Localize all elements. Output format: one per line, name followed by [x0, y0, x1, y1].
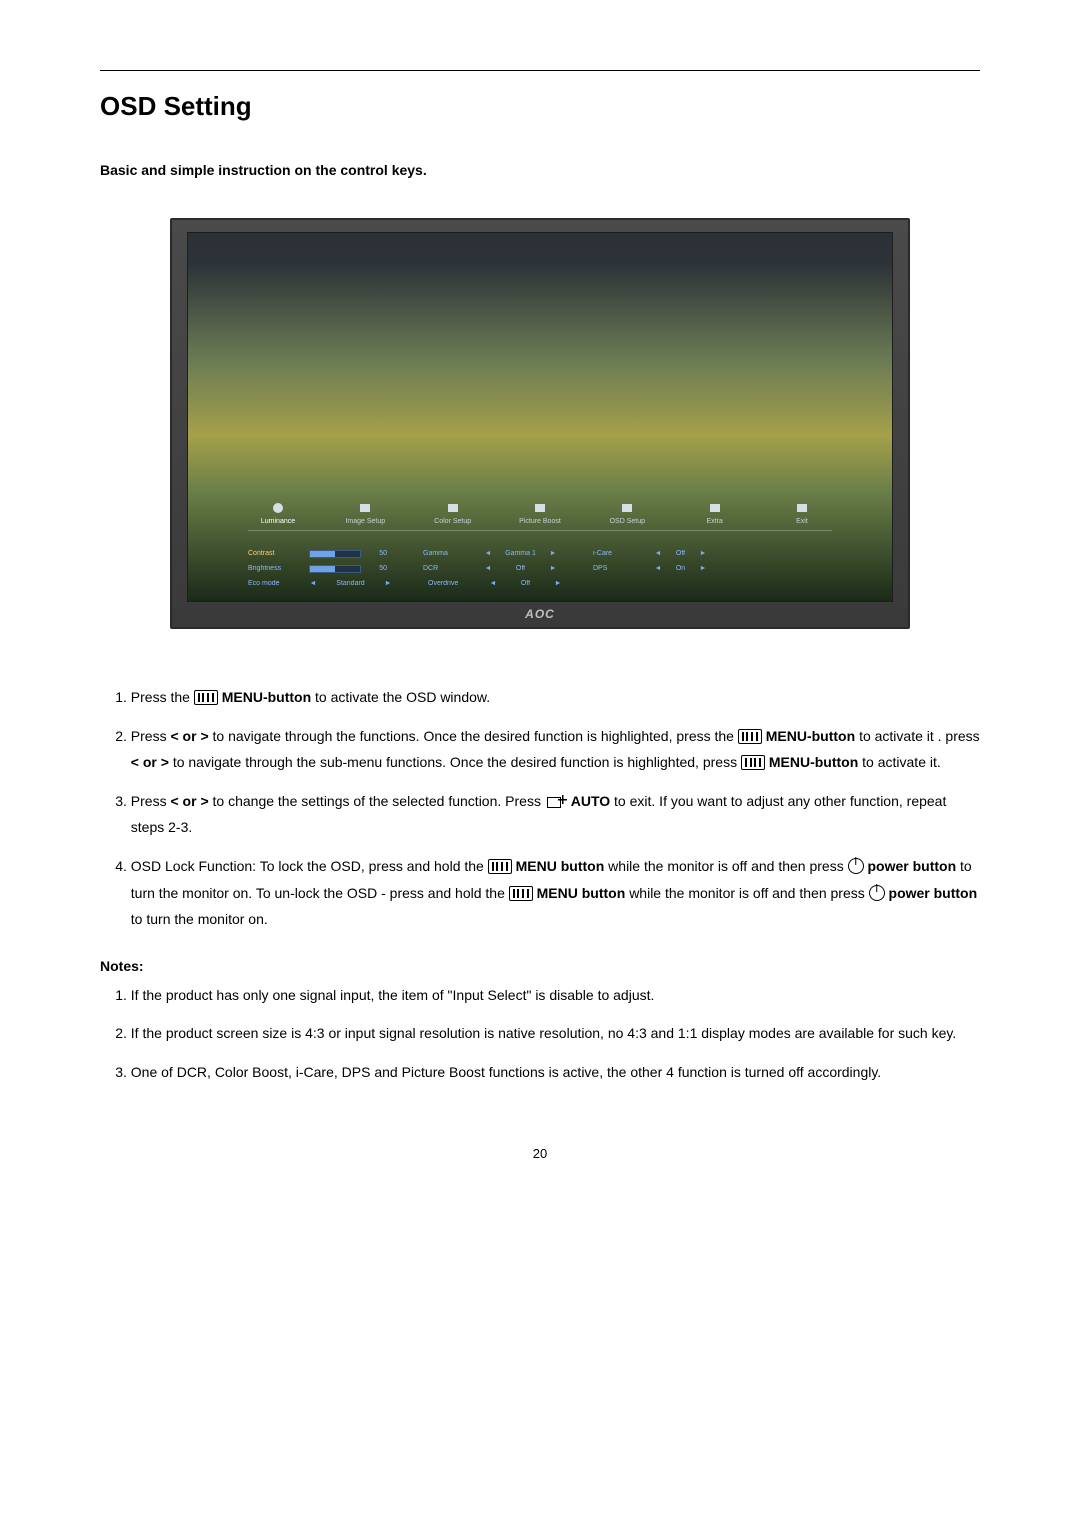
text: OSD Lock Function: To lock the OSD, pres… — [131, 858, 488, 874]
tab-label: Luminance — [248, 518, 308, 526]
text: to change the settings of the selected f… — [213, 793, 545, 809]
nav-keys: < or > — [170, 728, 208, 744]
instruction-steps: Press the MENU-button to activate the OS… — [100, 684, 980, 933]
auto-button-label: AUTO — [571, 793, 610, 809]
power-button-label: power button — [868, 858, 957, 874]
osd-tab: Image Setup — [335, 500, 395, 526]
monitor-brand: AOC — [172, 602, 908, 627]
text: to activate it. — [862, 754, 941, 770]
text: to navigate through the sub-menu functio… — [173, 754, 741, 770]
osd-row: Contrast50Gamma◄Gamma 1►i-Care◄Off► — [248, 546, 832, 561]
top-rule — [100, 70, 980, 71]
menu-button-label: MENU-button — [769, 754, 858, 770]
tab-icon — [510, 500, 570, 516]
tab-icon — [772, 500, 832, 516]
page-title: OSD Setting — [100, 91, 980, 122]
text: while the monitor is off and then press — [608, 858, 847, 874]
subheading: Basic and simple instruction on the cont… — [100, 162, 980, 178]
auto-icon — [545, 795, 567, 809]
text: to navigate through the functions. Once … — [213, 728, 738, 744]
osd-tab: Extra — [685, 500, 745, 526]
menu-button-label: MENU-button — [766, 728, 855, 744]
text: while the monitor is off and then press — [629, 885, 868, 901]
step-3: Press < or > to change the settings of t… — [131, 788, 980, 841]
tab-icon — [335, 500, 395, 516]
text: Press the — [131, 689, 194, 705]
step-4: OSD Lock Function: To lock the OSD, pres… — [131, 853, 980, 933]
text: to activate the OSD window. — [315, 689, 490, 705]
note-item: One of DCR, Color Boost, i-Care, DPS and… — [131, 1059, 980, 1086]
menu-icon — [488, 859, 512, 874]
power-icon — [848, 858, 864, 874]
menu-icon — [194, 690, 218, 705]
tab-label: Image Setup — [335, 518, 395, 526]
page-content: OSD Setting Basic and simple instruction… — [0, 0, 1080, 1201]
page-number: 20 — [100, 1146, 980, 1161]
tab-label: Color Setup — [423, 518, 483, 526]
menu-button-label: MENU button — [516, 858, 605, 874]
text: Press — [131, 793, 171, 809]
tab-label: Picture Boost — [510, 518, 570, 526]
notes-list: If the product has only one signal input… — [100, 982, 980, 1086]
note-item: If the product screen size is 4:3 or inp… — [131, 1020, 980, 1047]
osd-row: Brightness50DCR◄Off►DPS◄On► — [248, 561, 832, 576]
menu-icon — [509, 886, 533, 901]
text: Press — [131, 728, 171, 744]
tab-icon — [685, 500, 745, 516]
menu-icon — [738, 729, 762, 744]
osd-screen: Luminance Image Setup Color Setup Picture B… — [187, 232, 893, 602]
osd-tab: Picture Boost — [510, 500, 570, 526]
osd-monitor-figure: Luminance Image Setup Color Setup Picture B… — [170, 218, 910, 629]
tab-label: Exit — [772, 518, 832, 526]
osd-row: Eco mode◄Standard►Overdrive◄Off► — [248, 576, 832, 591]
text: to activate it . press — [859, 728, 980, 744]
power-icon — [869, 885, 885, 901]
osd-tab: Exit — [772, 500, 832, 526]
osd-tab: Color Setup — [423, 500, 483, 526]
nav-keys: < or > — [170, 793, 208, 809]
tab-icon — [597, 500, 657, 516]
osd-tab: Luminance — [248, 500, 308, 526]
step-1: Press the MENU-button to activate the OS… — [131, 684, 980, 711]
menu-button-label: MENU button — [537, 885, 626, 901]
step-2: Press < or > to navigate through the fun… — [131, 723, 980, 776]
menu-icon — [741, 755, 765, 770]
tab-label: Extra — [685, 518, 745, 526]
tab-icon — [248, 500, 308, 516]
osd-tabbar: Luminance Image Setup Color Setup Picture B… — [248, 500, 832, 531]
osd-tab: OSD Setup — [597, 500, 657, 526]
nav-keys: < or > — [131, 754, 169, 770]
power-button-label: power button — [889, 885, 978, 901]
osd-settings-grid: Contrast50Gamma◄Gamma 1►i-Care◄Off►Brigh… — [248, 546, 832, 591]
note-item: If the product has only one signal input… — [131, 982, 980, 1009]
notes-heading: Notes: — [100, 958, 980, 974]
tab-icon — [423, 500, 483, 516]
menu-button-label: MENU-button — [222, 689, 311, 705]
text: to turn the monitor on. — [131, 911, 268, 927]
tab-label: OSD Setup — [597, 518, 657, 526]
